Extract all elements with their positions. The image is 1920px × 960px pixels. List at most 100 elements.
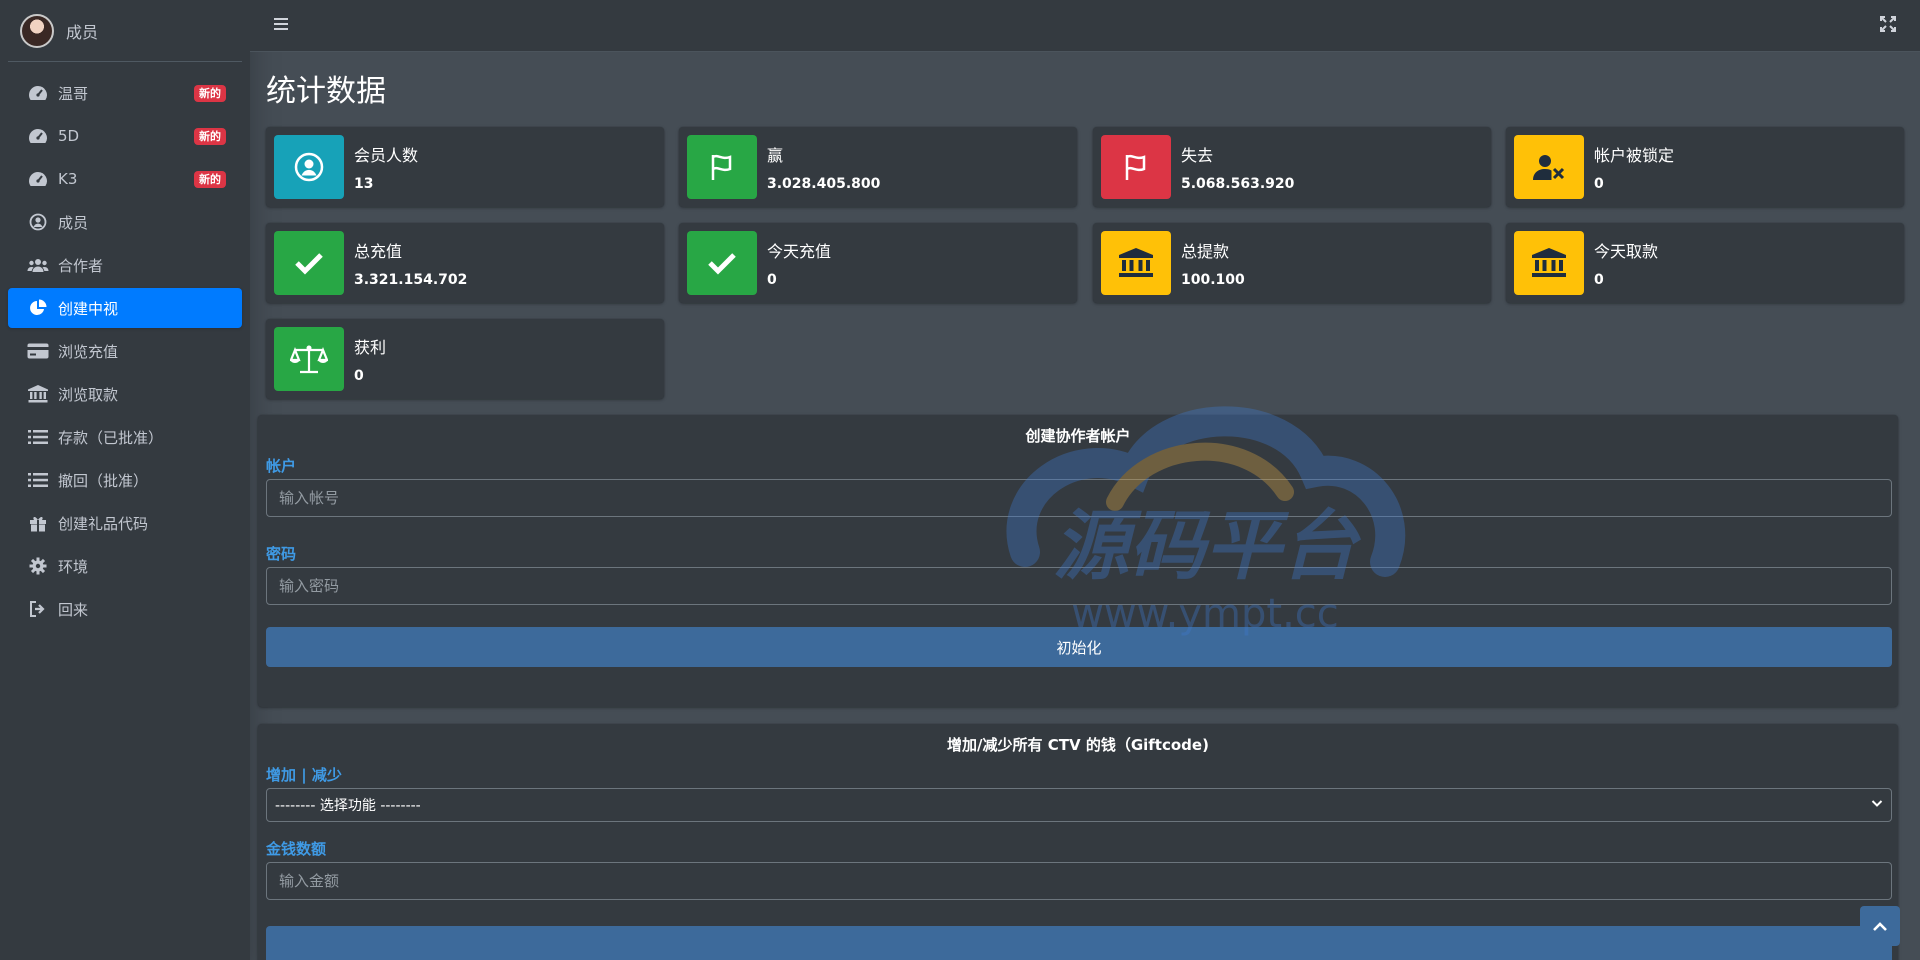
sidebar-item-label: 浏览取款 (58, 385, 119, 404)
balance-scale-icon (274, 327, 344, 391)
stat-card-total-recharge: 总充值 3.321.154.702 (266, 223, 664, 303)
stat-label: 获利 (354, 338, 387, 357)
user-icon (274, 135, 344, 199)
stat-label: 会员人数 (354, 146, 419, 165)
password-label: 密码 (266, 545, 297, 563)
stat-value: 0 (767, 272, 777, 288)
stat-label: 总提款 (1181, 242, 1230, 261)
new-badge: 新的 (194, 171, 226, 188)
sidebar-item-label: 创建中视 (58, 299, 119, 318)
sidebar-item-logout[interactable]: 回来 (8, 589, 242, 629)
sidebar-item-label: 成员 (58, 213, 89, 232)
back-to-top-button[interactable] (1860, 906, 1900, 946)
stat-value: 100.100 (1181, 272, 1245, 288)
sidebar-item-partners[interactable]: 合作者 (8, 245, 242, 285)
new-badge: 新的 (194, 85, 226, 102)
user-name: 成员 (66, 22, 99, 42)
password-input[interactable] (266, 567, 1892, 605)
amount-input[interactable] (266, 862, 1892, 900)
stat-label: 帐户被锁定 (1594, 146, 1675, 165)
gear-icon (26, 556, 50, 576)
tachometer-icon (26, 83, 50, 103)
stat-value: 0 (354, 368, 364, 384)
sidebar-item-label: 创建礼品代码 (58, 514, 149, 533)
stat-value: 13 (354, 176, 374, 192)
chevron-up-icon (1872, 917, 1888, 936)
sidebar-item-label: 浏览充值 (58, 342, 119, 361)
sidebar-item-wingo[interactable]: 温哥 新的 (8, 73, 242, 113)
check-icon (687, 231, 757, 295)
list-icon (26, 470, 50, 490)
stat-card-profit: 获利 0 (266, 319, 664, 399)
sidebar-item-browse-withdraw[interactable]: 浏览取款 (8, 374, 242, 414)
stat-value: 0 (1594, 176, 1604, 192)
hamburger-menu-icon[interactable] (274, 16, 294, 36)
sidebar-item-withdraw-approved[interactable]: 撤回（批准） (8, 460, 242, 500)
user-x-icon (1514, 135, 1584, 199)
tachometer-icon (26, 126, 50, 146)
chevron-down-icon (1871, 797, 1883, 813)
sidebar-item-label: 回来 (58, 600, 89, 619)
list-icon (26, 427, 50, 447)
stat-value: 5.068.563.920 (1181, 176, 1295, 192)
sidebar-item-deposits-approved[interactable]: 存款（已批准） (8, 417, 242, 457)
top-navbar (250, 0, 1920, 52)
sidebar-item-k3[interactable]: K3 新的 (8, 159, 242, 199)
sidebar-item-label: 合作者 (58, 256, 104, 275)
stat-card-locked: 帐户被锁定 0 (1506, 127, 1904, 207)
mode-select[interactable]: -------- 选择功能 -------- (266, 788, 1892, 822)
sidebar-item-create-ctv[interactable]: 创建中视 (8, 288, 242, 328)
adjust-money-card: 增加/减少所有 CTV 的钱（Giftcode) 增加 | 减少 -------… (258, 724, 1898, 960)
users-icon (26, 255, 50, 275)
stat-label: 赢 (767, 146, 784, 165)
sidebar-item-label: 5D (58, 127, 80, 145)
sidebar-item-label: 温哥 (58, 84, 89, 103)
avatar (20, 13, 54, 48)
account-input[interactable] (266, 479, 1892, 517)
sidebar-item-browse-recharge[interactable]: 浏览充值 (8, 331, 242, 371)
stat-label: 今天充值 (767, 242, 832, 261)
stat-card-lose: 失去 5.068.563.920 (1093, 127, 1491, 207)
sidebar-item-label: K3 (58, 170, 78, 188)
stat-card-win: 赢 3.028.405.800 (679, 127, 1077, 207)
flag-icon (1101, 135, 1171, 199)
stat-card-today-withdraw: 今天取款 0 (1506, 223, 1904, 303)
credit-card-icon (26, 341, 50, 361)
submit-button[interactable] (266, 926, 1892, 960)
page-title: 统计数据 (266, 74, 386, 109)
tachometer-icon (26, 169, 50, 189)
flag-icon (687, 135, 757, 199)
sidebar-nav: 温哥 新的 5D 新的 K3 新的 成员 合作者 创建中视 浏览充值 浏览取款 … (0, 62, 250, 640)
stat-value: 3.321.154.702 (354, 272, 468, 288)
user-circle-icon (26, 212, 50, 232)
sidebar-item-label: 环境 (58, 557, 89, 576)
bank-icon (1514, 231, 1584, 295)
mode-selected-value: -------- 选择功能 -------- (275, 798, 421, 814)
sidebar-item-label: 撤回（批准） (58, 471, 149, 490)
sidebar-item-settings[interactable]: 环境 (8, 546, 242, 586)
pie-chart-icon (26, 298, 50, 318)
stat-label: 今天取款 (1594, 242, 1659, 261)
gift-icon (26, 513, 50, 533)
stat-card-members: 会员人数 13 (266, 127, 664, 207)
check-icon (274, 231, 344, 295)
sidebar-item-create-giftcode[interactable]: 创建礼品代码 (8, 503, 242, 543)
fullscreen-expand-icon[interactable] (1880, 16, 1900, 36)
stat-value: 3.028.405.800 (767, 176, 881, 192)
stat-label: 失去 (1181, 146, 1214, 165)
sidebar: 成员 温哥 新的 5D 新的 K3 新的 成员 合作者 创建中视 浏览充值 浏览… (0, 0, 250, 960)
bank-icon (1101, 231, 1171, 295)
sidebar-item-label: 存款（已批准） (58, 428, 164, 447)
stat-label: 总充值 (354, 242, 403, 261)
stat-value: 0 (1594, 272, 1604, 288)
card-title: 增加/减少所有 CTV 的钱（Giftcode) (947, 736, 1209, 754)
bank-icon (26, 384, 50, 404)
sidebar-item-5d[interactable]: 5D 新的 (8, 116, 242, 156)
sidebar-item-members[interactable]: 成员 (8, 202, 242, 242)
mode-label: 增加 | 减少 (266, 766, 342, 784)
initialize-button[interactable]: 初始化 (266, 627, 1892, 667)
new-badge: 新的 (194, 128, 226, 145)
user-panel[interactable]: 成员 (8, 0, 242, 62)
account-label: 帐户 (266, 457, 297, 475)
sign-out-icon (26, 599, 50, 619)
